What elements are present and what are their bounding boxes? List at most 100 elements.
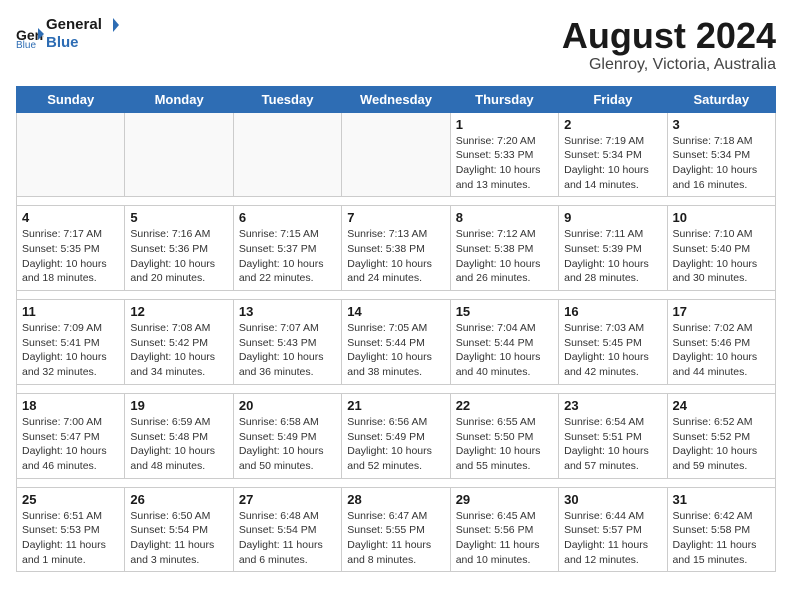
day-info: Sunrise: 7:09 AM Sunset: 5:41 PM Dayligh… <box>22 321 119 380</box>
calendar-cell: 30 Sunrise: 6:44 AM Sunset: 5:57 PM Dayli… <box>559 487 667 572</box>
day-number: 6 <box>239 210 336 225</box>
week-spacer <box>17 478 776 487</box>
day-info: Sunrise: 7:07 AM Sunset: 5:43 PM Dayligh… <box>239 321 336 380</box>
header-tuesday: Tuesday <box>233 86 341 112</box>
week-spacer <box>17 291 776 300</box>
day-info: Sunrise: 7:02 AM Sunset: 5:46 PM Dayligh… <box>673 321 770 380</box>
day-number: 4 <box>22 210 119 225</box>
header-monday: Monday <box>125 86 233 112</box>
day-info: Sunrise: 7:15 AM Sunset: 5:37 PM Dayligh… <box>239 227 336 286</box>
day-number: 30 <box>564 492 661 507</box>
day-info: Sunrise: 7:00 AM Sunset: 5:47 PM Dayligh… <box>22 415 119 474</box>
calendar-cell: 15 Sunrise: 7:04 AM Sunset: 5:44 PM Dayli… <box>450 300 558 385</box>
logo-icon: General Blue <box>16 20 44 48</box>
day-number: 3 <box>673 117 770 132</box>
week-row-2: 4 Sunrise: 7:17 AM Sunset: 5:35 PM Daylig… <box>17 206 776 291</box>
day-info: Sunrise: 7:20 AM Sunset: 5:33 PM Dayligh… <box>456 134 553 193</box>
day-number: 26 <box>130 492 227 507</box>
week-spacer <box>17 197 776 206</box>
day-info: Sunrise: 6:54 AM Sunset: 5:51 PM Dayligh… <box>564 415 661 474</box>
day-number: 11 <box>22 304 119 319</box>
day-number: 7 <box>347 210 444 225</box>
day-info: Sunrise: 6:44 AM Sunset: 5:57 PM Dayligh… <box>564 509 661 568</box>
day-info: Sunrise: 7:03 AM Sunset: 5:45 PM Dayligh… <box>564 321 661 380</box>
calendar-table: Sunday Monday Tuesday Wednesday Thursday… <box>16 86 776 573</box>
month-title: August 2024 <box>562 16 776 56</box>
day-number: 15 <box>456 304 553 319</box>
header-saturday: Saturday <box>667 86 775 112</box>
day-number: 21 <box>347 398 444 413</box>
calendar-cell: 23 Sunrise: 6:54 AM Sunset: 5:51 PM Dayli… <box>559 393 667 478</box>
day-info: Sunrise: 6:58 AM Sunset: 5:49 PM Dayligh… <box>239 415 336 474</box>
day-info: Sunrise: 6:56 AM Sunset: 5:49 PM Dayligh… <box>347 415 444 474</box>
calendar-cell: 3Sunrise: 7:18 AM Sunset: 5:34 PM Daylig… <box>667 112 775 197</box>
logo: General Blue General Blue <box>16 16 122 51</box>
calendar-cell: 4 Sunrise: 7:17 AM Sunset: 5:35 PM Daylig… <box>17 206 125 291</box>
week-row-1: 1 Sunrise: 7:20 AM Sunset: 5:33 PM Daylig… <box>17 112 776 197</box>
logo-name: General <box>46 16 122 34</box>
day-number: 14 <box>347 304 444 319</box>
day-info: Sunrise: 6:50 AM Sunset: 5:54 PM Dayligh… <box>130 509 227 568</box>
day-info: Sunrise: 7:08 AM Sunset: 5:42 PM Dayligh… <box>130 321 227 380</box>
logo-sub: Blue <box>46 34 122 51</box>
day-info: Sunrise: 6:55 AM Sunset: 5:50 PM Dayligh… <box>456 415 553 474</box>
calendar-cell: 6 Sunrise: 7:15 AM Sunset: 5:37 PM Daylig… <box>233 206 341 291</box>
day-number: 5 <box>130 210 227 225</box>
day-number: 12 <box>130 304 227 319</box>
day-number: 29 <box>456 492 553 507</box>
calendar-cell: 11 Sunrise: 7:09 AM Sunset: 5:41 PM Dayli… <box>17 300 125 385</box>
location-title: Glenroy, Victoria, Australia <box>562 56 776 74</box>
header-thursday: Thursday <box>450 86 558 112</box>
day-info: Sunrise: 7:10 AM Sunset: 5:40 PM Dayligh… <box>673 227 770 286</box>
day-number: 27 <box>239 492 336 507</box>
day-info: Sunrise: 7:13 AM Sunset: 5:38 PM Dayligh… <box>347 227 444 286</box>
day-info: Sunrise: 6:59 AM Sunset: 5:48 PM Dayligh… <box>130 415 227 474</box>
day-info: Sunrise: 7:16 AM Sunset: 5:36 PM Dayligh… <box>130 227 227 286</box>
day-number: 10 <box>673 210 770 225</box>
calendar-cell: 29Sunrise: 6:45 AM Sunset: 5:56 PM Dayli… <box>450 487 558 572</box>
day-number: 13 <box>239 304 336 319</box>
calendar-cell: 24 Sunrise: 6:52 AM Sunset: 5:52 PM Dayli… <box>667 393 775 478</box>
day-number: 25 <box>22 492 119 507</box>
calendar-cell: 18 Sunrise: 7:00 AM Sunset: 5:47 PM Dayli… <box>17 393 125 478</box>
calendar-cell: 19Sunrise: 6:59 AM Sunset: 5:48 PM Dayli… <box>125 393 233 478</box>
week-row-4: 18 Sunrise: 7:00 AM Sunset: 5:47 PM Dayli… <box>17 393 776 478</box>
day-number: 9 <box>564 210 661 225</box>
calendar-cell: 27Sunrise: 6:48 AM Sunset: 5:54 PM Dayli… <box>233 487 341 572</box>
calendar-cell <box>17 112 125 197</box>
calendar-cell: 10 Sunrise: 7:10 AM Sunset: 5:40 PM Dayli… <box>667 206 775 291</box>
header-wednesday: Wednesday <box>342 86 450 112</box>
day-number: 23 <box>564 398 661 413</box>
calendar-cell: 8 Sunrise: 7:12 AM Sunset: 5:38 PM Daylig… <box>450 206 558 291</box>
calendar-cell: 22Sunrise: 6:55 AM Sunset: 5:50 PM Dayli… <box>450 393 558 478</box>
day-number: 20 <box>239 398 336 413</box>
day-number: 24 <box>673 398 770 413</box>
calendar-cell: 28 Sunrise: 6:47 AM Sunset: 5:55 PM Dayli… <box>342 487 450 572</box>
page-header: General Blue General Blue August 2024 Gl… <box>16 16 776 74</box>
day-number: 8 <box>456 210 553 225</box>
calendar-cell: 25Sunrise: 6:51 AM Sunset: 5:53 PM Dayli… <box>17 487 125 572</box>
day-number: 1 <box>456 117 553 132</box>
calendar-cell: 13 Sunrise: 7:07 AM Sunset: 5:43 PM Dayli… <box>233 300 341 385</box>
header-friday: Friday <box>559 86 667 112</box>
day-info: Sunrise: 6:52 AM Sunset: 5:52 PM Dayligh… <box>673 415 770 474</box>
day-number: 28 <box>347 492 444 507</box>
calendar-cell <box>125 112 233 197</box>
calendar-cell: 17 Sunrise: 7:02 AM Sunset: 5:46 PM Dayli… <box>667 300 775 385</box>
day-info: Sunrise: 7:17 AM Sunset: 5:35 PM Dayligh… <box>22 227 119 286</box>
calendar-cell: 21 Sunrise: 6:56 AM Sunset: 5:49 PM Dayli… <box>342 393 450 478</box>
day-info: Sunrise: 7:05 AM Sunset: 5:44 PM Dayligh… <box>347 321 444 380</box>
day-number: 17 <box>673 304 770 319</box>
day-info: Sunrise: 6:47 AM Sunset: 5:55 PM Dayligh… <box>347 509 444 568</box>
day-number: 2 <box>564 117 661 132</box>
day-info: Sunrise: 7:12 AM Sunset: 5:38 PM Dayligh… <box>456 227 553 286</box>
weekday-header-row: Sunday Monday Tuesday Wednesday Thursday… <box>17 86 776 112</box>
calendar-cell: 20 Sunrise: 6:58 AM Sunset: 5:49 PM Dayli… <box>233 393 341 478</box>
calendar-cell <box>342 112 450 197</box>
day-info: Sunrise: 7:19 AM Sunset: 5:34 PM Dayligh… <box>564 134 661 193</box>
day-info: Sunrise: 6:42 AM Sunset: 5:58 PM Dayligh… <box>673 509 770 568</box>
calendar-cell: 9Sunrise: 7:11 AM Sunset: 5:39 PM Daylig… <box>559 206 667 291</box>
day-info: Sunrise: 7:04 AM Sunset: 5:44 PM Dayligh… <box>456 321 553 380</box>
day-number: 18 <box>22 398 119 413</box>
calendar-cell: 12 Sunrise: 7:08 AM Sunset: 5:42 PM Dayli… <box>125 300 233 385</box>
